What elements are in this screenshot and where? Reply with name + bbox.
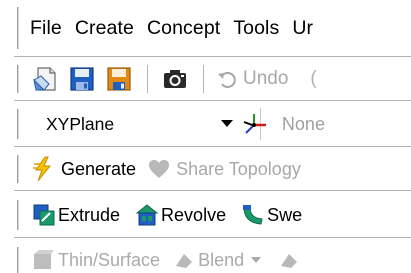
share-topology-button[interactable]: Share Topology [148,159,301,180]
menu-bar: File Create Concept Tools Ur [0,0,411,56]
generate-toolbar: Generate Share Topology [0,148,411,190]
save-as-button[interactable] [102,62,136,96]
share-topology-icon [149,160,170,178]
menu-create[interactable]: Create [75,17,134,40]
blend-button[interactable]: Blend [174,249,262,271]
screenshot-camera-icon [164,70,186,88]
plane-toolbar: XYPlane None [0,102,411,146]
new-button[interactable] [28,62,62,96]
sketch-select-value: None [281,113,325,134]
modifiers-toolbar-grip[interactable] [17,247,20,273]
file-toolbar-grip[interactable] [17,65,20,93]
blend-label: Blend [198,249,245,270]
sweep-icon [243,205,263,225]
toolbar-separator [147,65,150,93]
save-icon [70,67,94,91]
menu-bar-grip[interactable] [17,7,20,49]
thin-surface-button[interactable]: Thin/Surface [32,249,160,271]
redo-button-partial[interactable]: ( [310,68,316,90]
menu-file[interactable]: File [30,17,62,40]
blend-icon [176,254,193,268]
extrude-icon [33,204,55,226]
menu-concept[interactable]: Concept [147,17,220,40]
toolbar-separator [203,65,206,93]
thin-surface-label: Thin/Surface [58,249,161,270]
plane-toolbar-grip[interactable] [17,109,20,139]
menu-tools[interactable]: Tools [233,17,279,40]
revolve-button[interactable]: Revolve [135,203,226,227]
revolve-icon [135,204,159,226]
modifiers-toolbar: Thin/Surface Blend [0,240,411,273]
undo-button[interactable]: Undo [216,68,288,90]
sweep-label: Swe [267,204,303,225]
screenshot-button[interactable] [158,62,192,96]
toolbar-divider [14,190,411,192]
plane-select[interactable]: XYPlane [32,108,266,140]
features-toolbar: Extrude Revolve Swe [0,193,411,237]
designmodeler-toolbars: File Create Concept Tools Ur Undo (XYPl… [0,0,411,273]
generate-toolbar-grip[interactable] [17,155,20,183]
plane-select-value: XYPlane [46,113,115,134]
sketch-select[interactable]: None [259,108,411,140]
plane-triad-icon[interactable] [243,112,267,136]
chevron-down-icon[interactable] [221,120,233,127]
extrude-label: Extrude [58,204,121,225]
extrude-button[interactable]: Extrude [32,203,120,227]
undo-label: Undo [243,68,289,89]
generate-button[interactable]: Generate [32,156,136,182]
new-document-icon [33,67,56,91]
menu-units[interactable]: Ur [292,17,313,40]
sweep-button[interactable]: Swe [241,203,302,227]
revolve-label: Revolve [161,204,227,225]
file-toolbar: Undo ( [0,58,411,100]
share-topology-label: Share Topology [176,158,301,179]
save-button[interactable] [65,62,99,96]
generate-label: Generate [61,158,137,179]
chamfer-icon[interactable] [279,250,298,270]
toolbar-divider [14,237,411,239]
chevron-down-icon[interactable] [251,257,262,263]
generate-lightning-icon [33,156,52,182]
features-toolbar-grip[interactable] [17,200,20,230]
thin-surface-icon [34,250,54,269]
undo-icon [218,72,236,88]
save-as-icon [107,67,131,91]
